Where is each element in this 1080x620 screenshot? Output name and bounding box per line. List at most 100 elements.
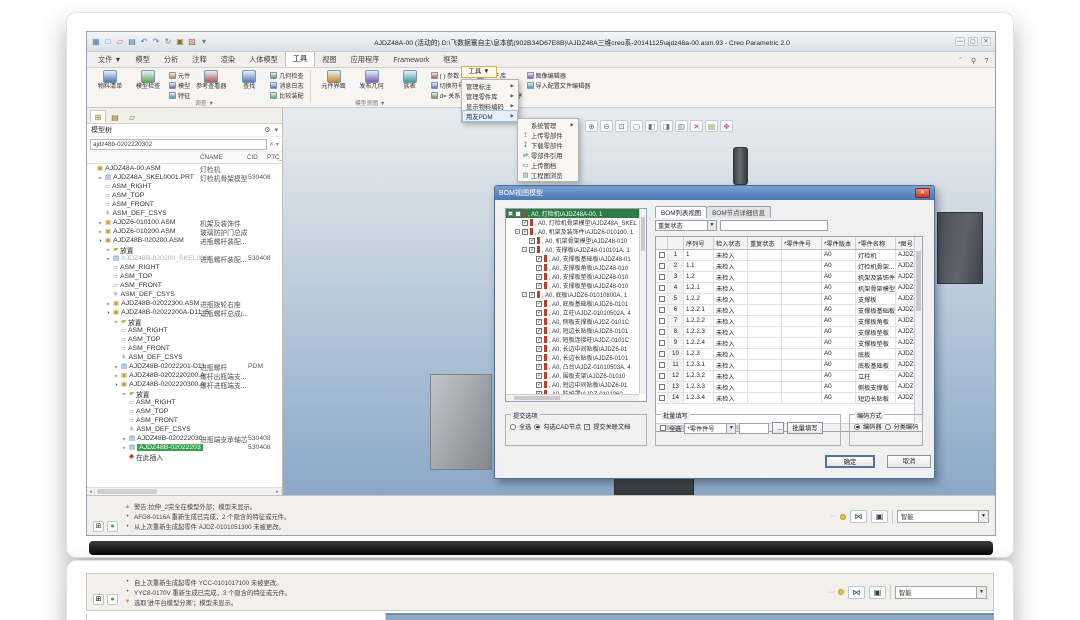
tree-node[interactable]: ▸▣AJDZ6-010200.ASM玻璃防护门总成 [87, 227, 282, 236]
ribbon-button-族表[interactable]: 族表 [393, 70, 427, 91]
bom-tree-node[interactable]: , A0, 底板基础板\AJDZ6-0101 [506, 299, 639, 308]
row-checkbox[interactable] [659, 285, 665, 291]
bom-tree-node[interactable]: , A0, 支撑板基础板\AJDZ48-01 [506, 254, 639, 263]
model-tree-toggle-icon[interactable]: ⊞ [93, 521, 104, 532]
bom-tree-node[interactable]: −, A0, 机架及装饰件\AJDZ6-010100, 1 [506, 227, 639, 236]
radio-classified-coding[interactable] [885, 424, 891, 430]
submenu-item-上传图档[interactable]: ▭上传图档 [519, 160, 577, 170]
bom-table-row[interactable]: 21.1未检入A0灯检机骨架...AJDZ4 [656, 261, 914, 272]
select-box-button[interactable]: ▣ [869, 586, 886, 599]
expander-icon[interactable]: ▸ [114, 364, 119, 370]
row-checkbox[interactable] [659, 395, 665, 401]
tree-show-icon[interactable]: ▾ [274, 126, 278, 134]
bom-table-row[interactable]: 101.2.3未检入A0底板AJDZ6- [656, 349, 914, 360]
tree-node[interactable]: ✳ASM_DEF_CSYS [87, 290, 282, 299]
checkbox-batch-select-all[interactable] [660, 425, 666, 431]
ribbon-button-元件[interactable]: 元件 [169, 71, 190, 80]
expander-icon[interactable]: ▸ [98, 175, 103, 181]
col-ptcmat[interactable]: PTC_MAT [267, 154, 283, 161]
tab-6[interactable]: 工具 [285, 51, 315, 67]
ribbon-button-图像编辑器[interactable]: 图像编辑器 [527, 71, 591, 80]
row-checkbox[interactable] [659, 263, 665, 269]
tree-node[interactable]: ✳ASM_DEF_CSYS [87, 425, 282, 434]
expander-icon[interactable]: ▸ [106, 247, 111, 253]
bom-node-checkbox[interactable] [536, 301, 542, 307]
datum-display-filter-icon[interactable]: ✕ [690, 120, 703, 132]
bom-node-checkbox[interactable] [529, 238, 535, 244]
column-header[interactable]: *零件件号 [782, 237, 822, 249]
bom-tree-node[interactable]: , A0, 机架骨架模型\AJDZ48-010 [506, 236, 639, 245]
search-options-icon[interactable]: ▾ [276, 141, 279, 148]
ribbon-button-物料清单[interactable]: 物料清单 [93, 70, 127, 91]
tab-7[interactable]: 视图 [315, 53, 343, 67]
expander-icon[interactable]: ▸ [122, 445, 127, 451]
bom-tree-node[interactable]: , A0, 侧板支撑板\AJDZ-0101C [506, 317, 639, 326]
batch-field-dropdown[interactable]: *零件件号 ▼ [684, 423, 736, 434]
tab-4[interactable]: 渲染 [214, 53, 242, 67]
tree-node[interactable]: ▸▤AJDZ48B-02022201-D11进瓶螺杆PDM [87, 362, 282, 371]
tree-node[interactable]: ▱ASM_FRONT [87, 281, 282, 290]
radio-select-all[interactable] [510, 424, 516, 430]
bom-table-row[interactable]: 11未检入A0灯检机AJDZ4 [656, 250, 914, 261]
bom-tree-node[interactable]: , A0, 灯检机骨架模型\AJDZ48A_SKEL [506, 218, 639, 227]
dropdown-caret-icon[interactable]: ▼ [976, 587, 986, 598]
expander-icon[interactable]: ▸ [106, 301, 111, 307]
tools-menu-button[interactable]: 工具 ▼ [461, 66, 497, 78]
window-icon[interactable]: ▣ [175, 37, 185, 47]
tree-node[interactable]: ▱ASM_FRONT [87, 416, 282, 425]
expander-icon[interactable]: ▸ [98, 220, 103, 226]
selection-filter-dropdown[interactable]: 智能 ▼ [897, 510, 989, 523]
minimize-ribbon-icon[interactable]: ˆ [956, 58, 965, 65]
saved-orientations-icon[interactable]: ◨ [660, 120, 673, 132]
bom-node-checkbox[interactable] [536, 283, 542, 289]
menu-item-管理零件库[interactable]: 管理零件库▶ [463, 91, 517, 101]
expander-icon[interactable]: ▸ [114, 373, 119, 379]
ribbon-button-( ) 参数[interactable]: ( ) 参数 [431, 71, 464, 80]
table-v-scrollbar[interactable] [914, 237, 922, 423]
collapse-icon[interactable]: − [522, 247, 527, 252]
bom-tree-node[interactable]: , A0, 围板支架\AJDZ6-01010 [506, 371, 639, 380]
expander-icon[interactable]: ▸ [106, 256, 111, 262]
bom-node-checkbox[interactable] [529, 247, 535, 253]
tree-node[interactable]: ▸▣AJDZ48B-02022300.ASM进瓶拨轮右座 [87, 299, 282, 308]
bom-table-row[interactable]: 81.2.2.3未检入A0支撑板垫板AJDZ4 [656, 327, 914, 338]
save-icon[interactable]: ▤ [127, 37, 137, 47]
tab-9[interactable]: Framework [386, 53, 436, 67]
tree-node[interactable]: ▾▣AJDZ48B-02022200A-D11_5进瓶螺杆总成(... [87, 308, 282, 317]
column-header[interactable]: 检入状态 [714, 237, 748, 249]
tab-2[interactable]: 分析 [157, 53, 185, 67]
bom-node-checkbox[interactable] [536, 310, 542, 316]
ribbon-button-特征[interactable]: 特征 [169, 91, 190, 100]
menu-item-用友PDM[interactable]: 用友PDM▶ [463, 111, 517, 121]
tab-0[interactable]: 文件 ▼ [91, 53, 129, 67]
zoom-out-icon[interactable]: ⊖ [600, 120, 613, 132]
browser-toggle-icon[interactable]: ● [107, 521, 118, 532]
ribbon-button-元件界面[interactable]: 元件界面 [317, 70, 351, 91]
dialog-title-bar[interactable]: BOM视图模型 ✕ [495, 186, 934, 200]
row-checkbox[interactable] [659, 274, 665, 280]
col-cid[interactable]: CID [247, 154, 258, 161]
row-checkbox[interactable] [659, 373, 665, 379]
checkbox-submit-linked-docs[interactable] [584, 424, 590, 430]
tab-10[interactable]: 框架 [436, 53, 464, 67]
bom-node-checkbox[interactable] [536, 274, 542, 280]
ribbon-button-切换符号[interactable]: 切换符号 [431, 81, 464, 90]
ribbon-button-模型检查[interactable]: 模型检查 [131, 70, 165, 91]
new-icon[interactable]: □ [103, 37, 113, 47]
display-style-icon[interactable]: ◧ [645, 120, 658, 132]
group-label[interactable]: 调查 ▼ [195, 98, 214, 107]
collapse-icon[interactable]: − [522, 292, 527, 297]
bom-tree-node[interactable]: , A0, 支撑板垫板\AJDZ48-010 [506, 281, 639, 290]
expander-icon[interactable]: ▾ [106, 310, 111, 316]
tree-node[interactable]: ▾▣AJDZ48B-0202220300.A螺杆进瓶端支... [87, 380, 282, 389]
bom-tree-node[interactable]: , A0, 支撑板垫板\AJDZ48-010 [506, 272, 639, 281]
spin-center-icon[interactable]: ✥ [720, 120, 733, 132]
model-tree-toggle-icon[interactable]: ⊞ [93, 594, 104, 605]
dialog-close-icon[interactable]: ✕ [915, 188, 930, 198]
layer-tree-tab-icon[interactable]: ▤ [107, 110, 123, 123]
expander-icon[interactable]: ▾ [98, 238, 103, 244]
bom-node-checkbox[interactable] [536, 337, 542, 343]
bom-tree-v-scrollbar[interactable] [639, 209, 646, 394]
tree-h-scrollbar[interactable]: ◂ ▸ [87, 487, 282, 495]
tree-node[interactable]: ▱ASM_RIGHT [87, 398, 282, 407]
